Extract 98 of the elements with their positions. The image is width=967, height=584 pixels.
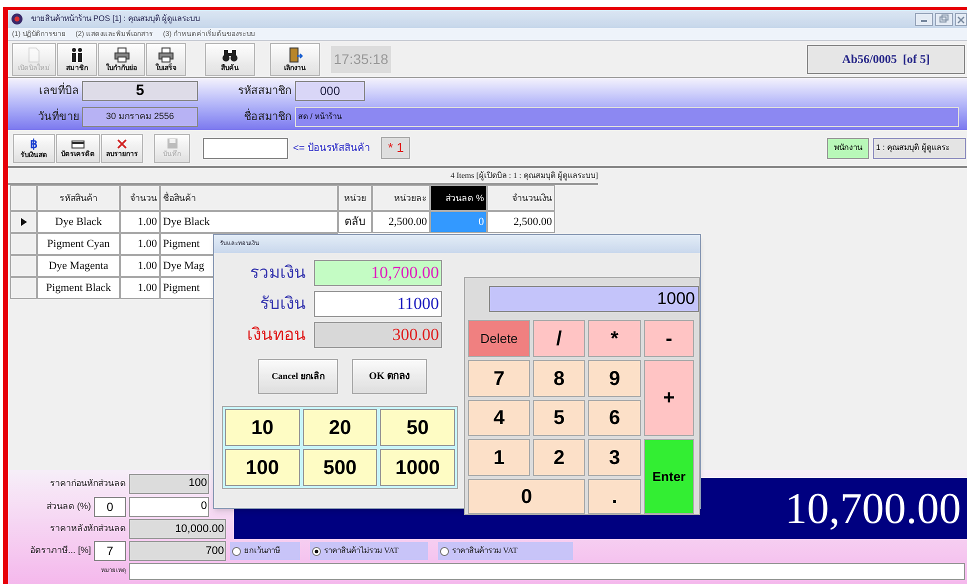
keypad-key[interactable]: 1 <box>468 439 530 476</box>
column-header[interactable]: จำนวน <box>120 185 160 211</box>
keypad-key[interactable]: - <box>644 320 694 357</box>
keypad-key[interactable]: 7 <box>468 360 530 397</box>
keypad-key[interactable]: / <box>533 320 585 357</box>
field-label: ราคาหลังหักส่วนลด <box>49 522 127 536</box>
minimize-icon <box>915 12 933 26</box>
input-field[interactable]: 7 <box>94 541 126 561</box>
close-icon <box>955 12 967 26</box>
keypad-key[interactable]: Enter <box>644 439 694 514</box>
price-field: 100 <box>129 474 209 494</box>
column-header[interactable]: จำนวนเงิน <box>487 185 555 211</box>
column-header[interactable]: รหัสสินค้า <box>37 185 120 211</box>
tax-field: 700 <box>129 541 226 561</box>
table-cell: 0 <box>430 211 487 233</box>
keypad-key[interactable]: * <box>588 320 641 357</box>
radio-button-icon[interactable] <box>440 546 449 556</box>
bill-number-field: 5 <box>82 81 198 101</box>
field-label: เงินทอน <box>246 324 307 346</box>
field-label: รหัสสมาชิก <box>237 84 293 99</box>
price-field: 10,000.00 <box>129 519 226 539</box>
table-cell: 1.00 <box>120 255 160 277</box>
grand-total: 10,700.00 <box>785 486 961 530</box>
cash-amount-button[interactable]: 100 <box>225 449 300 486</box>
bill-reference: Ab56/0005 [of 5] <box>807 44 965 74</box>
keypad-key[interactable]: 5 <box>533 400 585 436</box>
keypad-key[interactable]: . <box>588 479 641 514</box>
cancel-button[interactable]: Cancel ยกเลิก <box>258 359 338 394</box>
input-field[interactable]: 0 <box>94 496 126 516</box>
table-cell: Dye Black <box>160 211 338 233</box>
window-title: ขายสินค้าหน้าร้าน POS [1] : คุณสมบุติ ผู้ดูแลระบบ <box>31 13 200 25</box>
app-logo-icon <box>11 13 23 25</box>
row-pointer-icon <box>20 218 26 226</box>
member-code-field: 000 <box>295 81 365 101</box>
vat-option[interactable]: ยกเว้นภาษี <box>230 542 300 560</box>
field-label: วันที่ขาย <box>37 108 80 125</box>
member-name-field: สด / หน้าร้าน <box>295 107 959 127</box>
cross-icon <box>117 138 127 148</box>
calculator-display: 1000 <box>489 286 699 312</box>
keypad-key[interactable]: 6 <box>588 400 641 436</box>
restore-icon <box>935 12 953 26</box>
keypad-key[interactable]: 0 <box>468 479 585 514</box>
column-header[interactable]: หน่วย <box>338 185 372 211</box>
door-icon <box>287 46 303 62</box>
keypad-key[interactable]: 3 <box>588 439 641 476</box>
vat-option[interactable]: ราคาสินค้าไม่รวม VAT <box>310 542 428 560</box>
table-cell: Dye Black <box>37 211 120 233</box>
column-header[interactable]: หน่วยละ <box>372 185 430 211</box>
radio-button-icon[interactable] <box>232 546 241 556</box>
ok-button[interactable]: OK ตกลง <box>352 359 427 394</box>
clock: 17:35:18 <box>331 46 391 72</box>
table-cell: 1.00 <box>120 211 160 233</box>
keypad-key[interactable]: Delete <box>468 320 530 357</box>
field-label: เลขที่บิล <box>38 82 80 99</box>
product-code-field[interactable] <box>203 138 288 158</box>
table-cell: Pigment Black <box>37 277 120 299</box>
table-cell: 2,500.00 <box>372 211 430 233</box>
table-cell: 1.00 <box>120 277 160 299</box>
table-cell: ตลับ <box>338 211 372 233</box>
row-header[interactable] <box>10 211 37 233</box>
vat-option[interactable]: ราคาสินค้ารวม VAT <box>438 542 573 560</box>
column-header[interactable]: ส่วนลด % <box>430 185 487 211</box>
keypad-key[interactable]: + <box>644 360 694 436</box>
total-field: 10,700.00 <box>314 260 442 286</box>
cash-amount-button[interactable]: 20 <box>302 409 378 446</box>
document-icon <box>26 46 42 62</box>
people-icon <box>69 46 85 62</box>
cash-amount-button[interactable]: 50 <box>380 409 455 446</box>
staff-field: 1 : คุณสมบุติ ผู้ดูแลระ <box>873 138 966 158</box>
staff-label: พนักงาน <box>827 138 869 158</box>
keypad-key[interactable]: 4 <box>468 400 530 436</box>
column-header <box>10 185 37 211</box>
grid-summary: 4 Items [ผู้เปิดบิล : 1 : คุณสมบุติ ผู้ดูแลระบบ] <box>450 170 598 182</box>
cash-amount-button[interactable]: 10 <box>225 409 300 446</box>
printer-icon <box>158 46 174 62</box>
cash-amount-button[interactable]: 500 <box>302 449 378 486</box>
keypad-key[interactable]: 8 <box>533 360 585 397</box>
table-cell: 1.00 <box>120 233 160 255</box>
keypad-key[interactable]: 9 <box>588 360 641 397</box>
field-label: ส่วนลด (%) <box>46 500 92 513</box>
field-hint: <= ป้อนรหัสสินค้า <box>293 142 370 156</box>
printer-icon <box>114 46 130 62</box>
radio-button-icon[interactable] <box>312 546 321 556</box>
change-field: 300.00 <box>314 322 442 348</box>
quantity-multiplier: * 1 <box>381 137 410 159</box>
discount-field: 0 <box>129 496 209 516</box>
keypad-key[interactable]: 2 <box>533 439 585 476</box>
card-icon <box>71 138 85 148</box>
date-field: 30 มกราคม 2556 <box>82 107 198 127</box>
cash-amount-button[interactable]: 1000 <box>380 449 455 486</box>
field-label: อัตราภาษี... [%] <box>28 544 92 558</box>
field-label: ชื่อสมาชิก <box>243 108 293 125</box>
table-cell: 2,500.00 <box>487 211 555 233</box>
table-cell: Pigment Cyan <box>37 233 120 255</box>
column-header[interactable]: ชื่อสินค้า <box>160 185 338 211</box>
field-label: ราคาก่อนหักส่วนลด <box>49 476 127 490</box>
received-field[interactable]: 11000 <box>314 291 442 317</box>
table-cell: Dye Magenta <box>37 255 120 277</box>
